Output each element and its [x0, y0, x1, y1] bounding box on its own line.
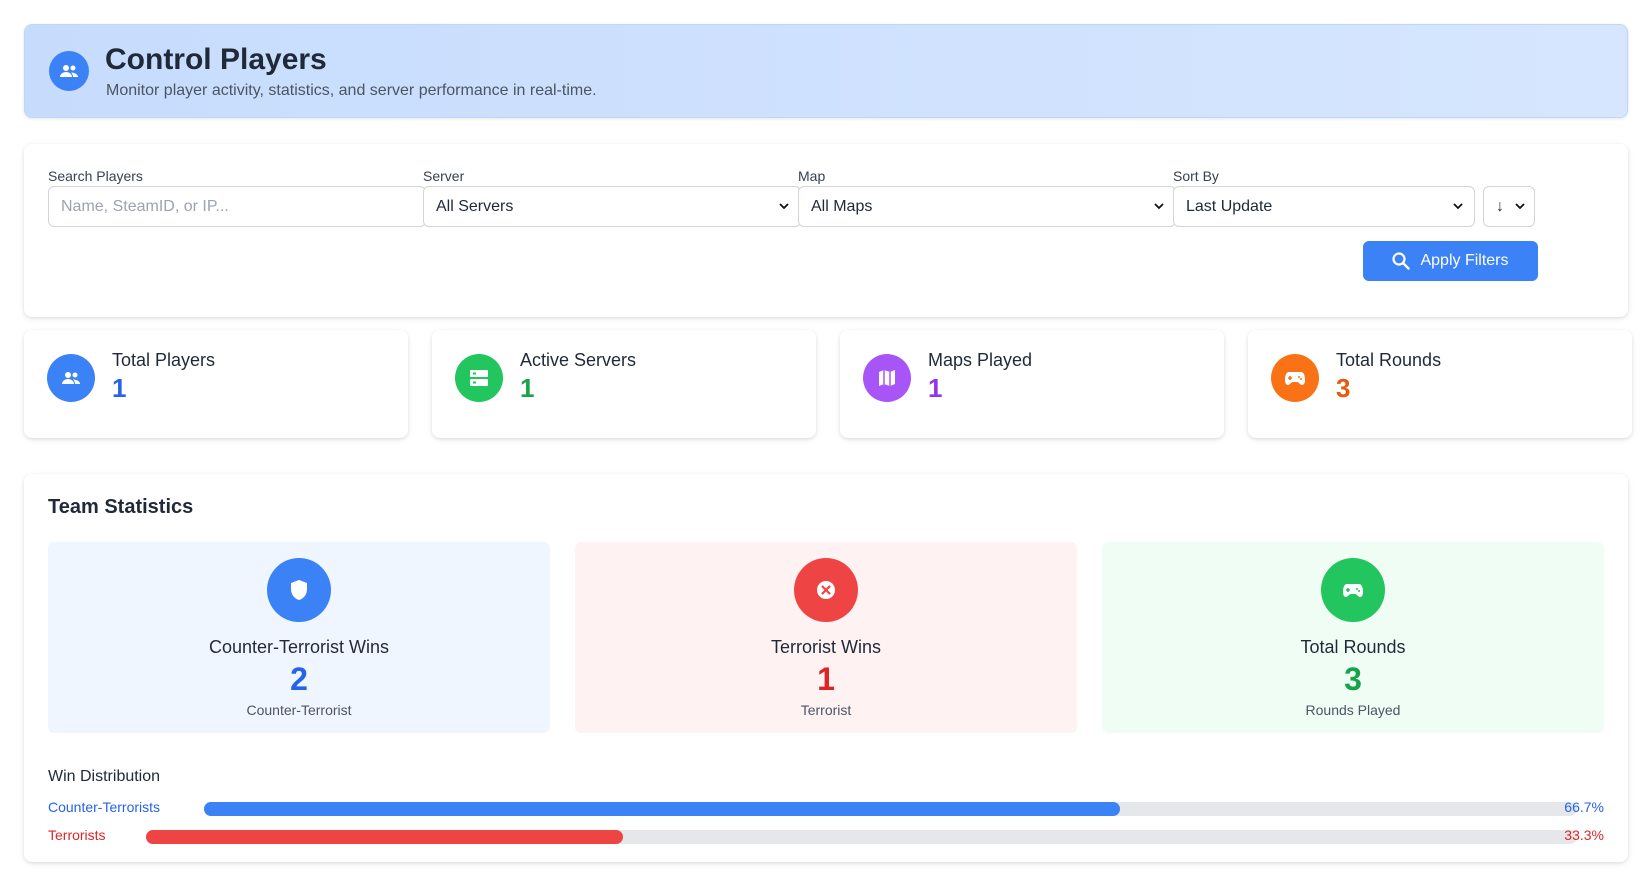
ct-distribution-fill	[204, 802, 1120, 816]
sort-select[interactable]: Last Update	[1173, 186, 1475, 227]
map-icon	[863, 354, 911, 402]
search-placeholder: Name, SteamID, or IP...	[61, 197, 229, 215]
win-distribution-title: Win Distribution	[48, 768, 161, 785]
team-box-subtitle: Rounds Played	[1305, 702, 1401, 718]
users-icon	[49, 51, 89, 91]
total-rounds-box: Total Rounds 3 Rounds Played	[1102, 542, 1604, 733]
apply-filters-button[interactable]: Apply Filters	[1363, 241, 1538, 281]
filters-panel: Search Players Name, SteamID, or IP... S…	[24, 144, 1628, 317]
t-distribution-fill	[146, 830, 623, 844]
ct-distribution-label: Counter-Terrorists	[48, 799, 161, 815]
team-box-name: Terrorist Wins	[770, 637, 881, 657]
stat-value: 1	[928, 373, 943, 403]
search-label: Search Players	[48, 168, 143, 184]
stat-label: Total Players	[112, 350, 216, 370]
team-box-subtitle: Terrorist	[800, 702, 852, 718]
page-subtitle: Monitor player activity, statistics, and…	[106, 82, 597, 99]
chevron-down-icon	[779, 203, 789, 210]
map-select-value: All Maps	[811, 197, 873, 215]
stat-card-maps-played: Maps Played 1	[840, 330, 1224, 438]
t-distribution-percent: 33.3%	[1564, 827, 1604, 843]
server-select-value: All Servers	[436, 197, 514, 215]
map-label: Map	[798, 168, 826, 184]
stat-label: Total Rounds	[1336, 350, 1442, 370]
stat-value: 1	[112, 373, 127, 403]
server-label: Server	[423, 168, 465, 184]
chevron-down-icon	[1515, 203, 1525, 210]
t-distribution-bar	[146, 830, 1577, 844]
team-box-name: Counter-Terrorist Wins	[208, 637, 390, 657]
team-box-value: 1	[817, 661, 835, 697]
page-header: Control Players Monitor player activity,…	[24, 24, 1628, 118]
team-box-name: Total Rounds	[1300, 637, 1406, 657]
team-statistics-panel: Team Statistics Counter-Terrorist Wins 2…	[24, 474, 1628, 862]
server-select[interactable]: All Servers	[423, 186, 801, 227]
team-box-value: 2	[290, 661, 308, 697]
ct-distribution-percent: 66.7%	[1564, 799, 1604, 815]
server-icon	[455, 354, 503, 402]
stat-card-total-players: Total Players 1	[24, 330, 408, 438]
stat-value: 3	[1336, 373, 1351, 403]
sort-direction-select[interactable]: ↓	[1483, 186, 1535, 227]
x-circle-icon	[794, 558, 858, 622]
t-wins-box: Terrorist Wins 1 Terrorist	[575, 542, 1077, 733]
t-distribution-label: Terrorists	[48, 827, 106, 843]
map-select[interactable]: All Maps	[798, 186, 1176, 227]
apply-filters-label: Apply Filters	[1420, 252, 1509, 269]
gamepad-icon	[1321, 558, 1385, 622]
chevron-down-icon	[1154, 203, 1164, 210]
sort-direction-value: ↓	[1496, 197, 1504, 215]
team-box-value: 3	[1344, 661, 1362, 697]
page-title: Control Players	[105, 43, 327, 76]
section-title: Team Statistics	[48, 496, 194, 518]
search-input[interactable]: Name, SteamID, or IP...	[48, 186, 426, 227]
gamepad-icon	[1271, 354, 1319, 402]
chevron-down-icon	[1453, 203, 1463, 210]
stat-label: Active Servers	[520, 350, 637, 370]
search-icon	[1392, 252, 1411, 270]
stat-card-active-servers: Active Servers 1	[432, 330, 816, 438]
ct-distribution-bar	[204, 802, 1577, 816]
team-box-subtitle: Counter-Terrorist	[246, 702, 352, 718]
sort-label: Sort By	[1173, 168, 1219, 184]
ct-wins-box: Counter-Terrorist Wins 2 Counter-Terrori…	[48, 542, 550, 733]
shield-icon	[267, 558, 331, 622]
stat-value: 1	[520, 373, 535, 403]
users-icon	[47, 354, 95, 402]
stat-label: Maps Played	[928, 350, 1033, 370]
sort-select-value: Last Update	[1186, 197, 1273, 215]
stat-card-total-rounds: Total Rounds 3	[1248, 330, 1632, 438]
